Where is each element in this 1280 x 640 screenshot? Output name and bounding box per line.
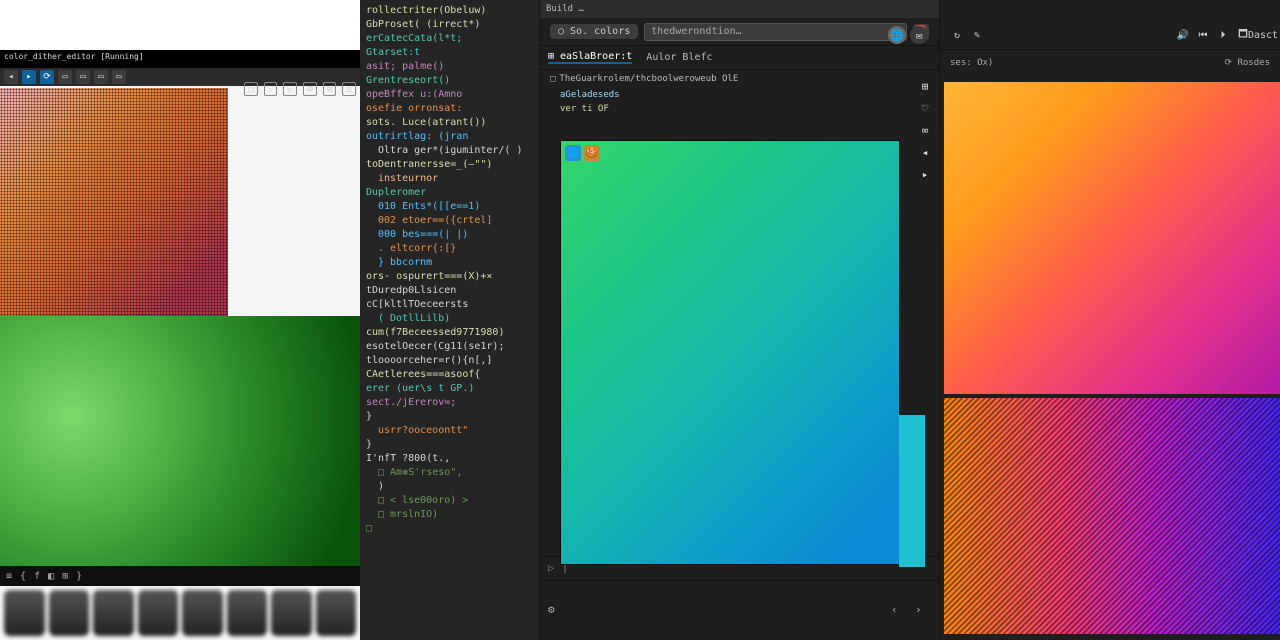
tab-icon[interactable]: ▭: [94, 70, 108, 84]
globe-icon[interactable]: 🌐: [565, 145, 581, 161]
like-icon[interactable]: ♡: [917, 100, 933, 116]
prev-icon[interactable]: ⏮: [1196, 28, 1210, 42]
ide-footer: ⚙ ‹ ›: [540, 580, 939, 640]
reload-icon[interactable]: ⟳: [40, 70, 54, 84]
upload-icon[interactable]: ⇧: [264, 82, 278, 96]
task-item[interactable]: f: [34, 571, 40, 582]
tab-icon[interactable]: ▭: [76, 70, 90, 84]
ide-tool-rail: ⊞ ♡ ∞ ◂ ▸: [917, 78, 933, 182]
mail-icon[interactable]: ✉: [910, 26, 928, 44]
chevron-left-icon[interactable]: ‹: [891, 603, 907, 619]
search-input[interactable]: thedwerondtion…: [644, 23, 907, 41]
status-right[interactable]: ⟳ Rosdes: [1225, 58, 1270, 68]
tab-active[interactable]: ⊞ eaSlaBroer:t: [548, 51, 632, 64]
grid-icon[interactable]: ⊞: [323, 82, 337, 96]
gradient-thumbnail-warm: [944, 82, 1280, 394]
window-titlebar: color_dither_editor [Running]: [0, 50, 360, 68]
window-icon[interactable]: ⊡: [342, 82, 356, 96]
breadcrumb: □ TheGuarkrolem/thcboolweroweub OlE: [540, 70, 939, 88]
cookie-icon[interactable]: 🍪: [584, 145, 600, 161]
task-item[interactable]: {: [20, 571, 26, 582]
task-item[interactable]: ≡: [6, 571, 12, 582]
dock-app[interactable]: [227, 590, 268, 636]
gear-icon[interactable]: ⚙: [548, 603, 564, 619]
file-icon: □: [550, 74, 555, 84]
breadcrumb-sub: aGeladeseds: [540, 88, 939, 102]
dock-app[interactable]: [182, 590, 223, 636]
dock-app[interactable]: [49, 590, 90, 636]
tab-inactive[interactable]: Aulor Blefc: [646, 52, 712, 63]
copy-icon[interactable]: ⧉: [303, 82, 317, 96]
right-sub-row: ses: Ox) ⟳ Rosdes: [940, 58, 1280, 68]
dock-app[interactable]: [4, 590, 45, 636]
os-taskbar: ≡ { f ◧ ⊞ }: [0, 566, 360, 586]
gradient-dither-thumbnail: [0, 88, 228, 316]
right-titlebar: [940, 0, 1280, 50]
breadcrumb-text: TheGuarkrolem/thcboolweroweub OlE: [559, 74, 738, 84]
nav-left-icon[interactable]: ◂: [917, 144, 933, 160]
nav-fwd-icon[interactable]: ▸: [22, 70, 36, 84]
notification-badges: 🌐 ✉: [888, 26, 928, 44]
desktop-wallpaper: [0, 316, 360, 566]
tab-icon[interactable]: ▭: [112, 70, 126, 84]
os-dock: [0, 586, 360, 640]
dock-app[interactable]: [271, 590, 312, 636]
nav-back-icon[interactable]: ◂: [4, 70, 18, 84]
refresh-icon[interactable]: ↻: [950, 28, 964, 42]
right-title-row: ↻ ✎ 🔊 ⏮ ⏵ 🗖 Dasct: [940, 28, 1280, 42]
prompt-marker-icon: ▷: [548, 563, 554, 574]
run-icon[interactable]: ▷: [283, 82, 297, 96]
right-preview-window: ↻ ✎ 🔊 ⏮ ⏵ 🗖 Dasct ses: Ox) ⟳ Rosdes: [940, 0, 1280, 640]
status-left: ses: Ox): [950, 58, 993, 68]
sound-icon[interactable]: 🔊: [1176, 28, 1190, 42]
ide-menubar: Build …: [540, 0, 939, 18]
gradient-preview-canvas: 🌐 🍪: [560, 140, 900, 565]
browser-chrome-top: [0, 0, 360, 50]
task-item[interactable]: ◧: [48, 571, 54, 582]
dock-app[interactable]: [93, 590, 134, 636]
dock-app[interactable]: [138, 590, 179, 636]
preview-overflow: [899, 415, 925, 567]
pane-action-row: □ ⇧ ▷ ⧉ ⊞ ⊡: [240, 82, 360, 100]
ide-searchbar: ○ So. colors thedwerondtion… 📅: [540, 18, 939, 46]
search-scope-chip[interactable]: ○ So. colors: [550, 24, 638, 39]
gradient-thumbnail-rainbow-hatched: [944, 398, 1280, 634]
nav-right-icon[interactable]: ▸: [917, 166, 933, 182]
play-icon[interactable]: ⏵: [1216, 28, 1230, 42]
infinity-icon[interactable]: ∞: [917, 122, 933, 138]
globe-icon[interactable]: 🌐: [888, 26, 906, 44]
right-label: Dasct: [1256, 28, 1270, 42]
tab-icon[interactable]: ▭: [58, 70, 72, 84]
layout-icon[interactable]: □: [244, 82, 258, 96]
ide-tab-bar: ⊞ eaSlaBroer:t Aulor Blefc: [540, 46, 939, 70]
preview-overlay-toolbar: 🌐 🍪: [565, 145, 600, 161]
edit-icon[interactable]: ✎: [970, 28, 984, 42]
left-editor-window: color_dither_editor [Running] ◂ ▸ ⟳ ▭ ▭ …: [0, 0, 360, 640]
code-editor-pane[interactable]: rollectriter(Obeluw)GbProset( (irrect*)e…: [360, 0, 540, 640]
task-item[interactable]: ⊞: [62, 571, 68, 582]
breadcrumb-sub2: ver ti OF: [540, 102, 939, 116]
chevron-right-icon[interactable]: ›: [915, 603, 931, 619]
task-item[interactable]: }: [76, 571, 82, 582]
grid-icon[interactable]: ⊞: [917, 78, 933, 94]
dock-app[interactable]: [316, 590, 357, 636]
menu-label[interactable]: Build …: [546, 4, 584, 14]
